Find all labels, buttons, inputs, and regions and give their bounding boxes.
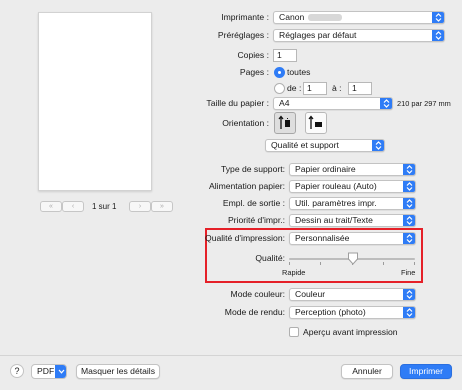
paper-size-popup[interactable]: A4 bbox=[273, 97, 393, 110]
pdf-label: PDF bbox=[37, 366, 55, 376]
last-page-icon: » bbox=[160, 203, 164, 210]
popup-arrows-icon bbox=[403, 233, 415, 244]
media-type-label: Type de support: bbox=[220, 164, 285, 174]
popup-arrows-icon bbox=[432, 12, 444, 23]
redacted-printer-model bbox=[308, 14, 343, 21]
cancel-button[interactable]: Annuler bbox=[341, 364, 393, 379]
popup-arrows-icon bbox=[403, 215, 415, 226]
quality-slider-label: Qualité: bbox=[255, 253, 285, 263]
media-type-value: Papier ordinaire bbox=[295, 164, 356, 174]
presets-value: Réglages par défaut bbox=[279, 30, 357, 40]
pages-label: Pages : bbox=[239, 67, 269, 77]
popup-arrows-icon bbox=[380, 98, 392, 109]
paper-source-label: Alimentation papier: bbox=[209, 181, 285, 191]
portrait-orientation-button[interactable] bbox=[274, 112, 296, 134]
popup-arrows-icon bbox=[372, 140, 384, 151]
color-mode-value: Couleur bbox=[295, 289, 326, 299]
first-page-button[interactable]: « bbox=[40, 201, 62, 212]
paper-dimensions: 210 par 297 mm bbox=[397, 99, 451, 108]
footer-separator bbox=[0, 355, 462, 356]
slider-tick bbox=[383, 262, 384, 265]
landscape-orientation-button[interactable] bbox=[305, 112, 327, 134]
previous-page-icon: ‹ bbox=[71, 203, 75, 210]
preview-before-print-checkbox[interactable] bbox=[289, 327, 299, 337]
presets-popup[interactable]: Réglages par défaut bbox=[273, 29, 445, 42]
help-icon: ? bbox=[14, 366, 20, 376]
print-priority-popup[interactable]: Dessin au trait/Texte bbox=[289, 214, 416, 227]
rendering-mode-popup[interactable]: Perception (photo) bbox=[289, 306, 416, 319]
paper-source-value: Papier rouleau (Auto) bbox=[295, 181, 377, 191]
pages-to-field[interactable]: 1 bbox=[348, 82, 372, 95]
paper-source-popup[interactable]: Papier rouleau (Auto) bbox=[289, 180, 416, 193]
copies-label: Copies : bbox=[237, 50, 269, 60]
printer-value: Canon bbox=[279, 12, 305, 22]
slider-thumb-icon bbox=[348, 252, 358, 265]
hide-details-button[interactable]: Masquer les détails bbox=[76, 364, 160, 379]
color-mode-popup[interactable]: Couleur bbox=[289, 288, 416, 301]
settings-section-popup[interactable]: Qualité et support bbox=[265, 139, 385, 152]
first-page-icon: « bbox=[49, 203, 53, 210]
media-type-popup[interactable]: Papier ordinaire bbox=[289, 163, 416, 176]
print-quality-value: Personnalisée bbox=[295, 233, 350, 243]
print-quality-label: Qualité d'impression: bbox=[205, 233, 285, 243]
quality-min-label: Rapide bbox=[282, 268, 306, 277]
next-page-button[interactable]: › bbox=[129, 201, 151, 212]
next-page-icon: › bbox=[138, 203, 142, 210]
presets-label: Préréglages : bbox=[217, 30, 269, 40]
page-preview bbox=[38, 12, 152, 191]
quality-slider-thumb[interactable] bbox=[347, 252, 359, 267]
page-indicator: 1 sur 1 bbox=[92, 202, 117, 211]
printer-label: Imprimante : bbox=[221, 12, 269, 22]
pages-from-field[interactable]: 1 bbox=[303, 82, 327, 95]
output-method-popup[interactable]: Util. paramètres impr. bbox=[289, 197, 416, 210]
output-method-value: Util. paramètres impr. bbox=[295, 198, 377, 208]
popup-arrows-icon bbox=[403, 307, 415, 318]
popup-arrows-icon bbox=[403, 164, 415, 175]
popup-arrows-icon bbox=[403, 181, 415, 192]
slider-tick bbox=[289, 262, 290, 265]
pdf-menu-button[interactable]: PDF bbox=[31, 364, 67, 379]
orientation-label: Orientation : bbox=[222, 118, 269, 128]
pages-from-label: de : bbox=[287, 83, 302, 93]
pages-to-label: à : bbox=[332, 83, 342, 93]
rendering-mode-value: Perception (photo) bbox=[295, 307, 366, 317]
slider-tick bbox=[320, 262, 321, 265]
settings-section-value: Qualité et support bbox=[271, 140, 339, 150]
paper-size-label: Taille du papier : bbox=[206, 98, 269, 108]
popup-arrows-icon bbox=[432, 30, 444, 41]
quality-max-label: Fine bbox=[401, 268, 416, 277]
popup-arrows-icon bbox=[403, 198, 415, 209]
color-mode-label: Mode couleur: bbox=[230, 289, 285, 299]
chevron-down-icon bbox=[55, 365, 66, 378]
copies-field[interactable]: 1 bbox=[273, 49, 297, 62]
print-priority-label: Priorité d'impr.: bbox=[227, 215, 285, 225]
pages-range-radio[interactable] bbox=[274, 83, 285, 94]
pages-all-radio[interactable] bbox=[274, 67, 285, 78]
slider-tick bbox=[414, 262, 415, 265]
print-quality-popup[interactable]: Personnalisée bbox=[289, 232, 416, 245]
previous-page-button[interactable]: ‹ bbox=[62, 201, 84, 212]
output-method-label: Empl. de sortie : bbox=[222, 198, 285, 208]
pages-all-label: toutes bbox=[287, 67, 311, 77]
portrait-icon bbox=[278, 115, 290, 129]
landscape-icon bbox=[308, 115, 322, 129]
rendering-mode-label: Mode de rendu: bbox=[224, 307, 285, 317]
printer-popup[interactable]: Canon bbox=[273, 11, 445, 24]
popup-arrows-icon bbox=[403, 289, 415, 300]
help-button[interactable]: ? bbox=[10, 364, 24, 378]
paper-size-value: A4 bbox=[279, 98, 290, 108]
print-priority-value: Dessin au trait/Texte bbox=[295, 215, 373, 225]
print-button[interactable]: Imprimer bbox=[400, 364, 452, 379]
preview-before-print-label: Aperçu avant impression bbox=[303, 327, 398, 337]
